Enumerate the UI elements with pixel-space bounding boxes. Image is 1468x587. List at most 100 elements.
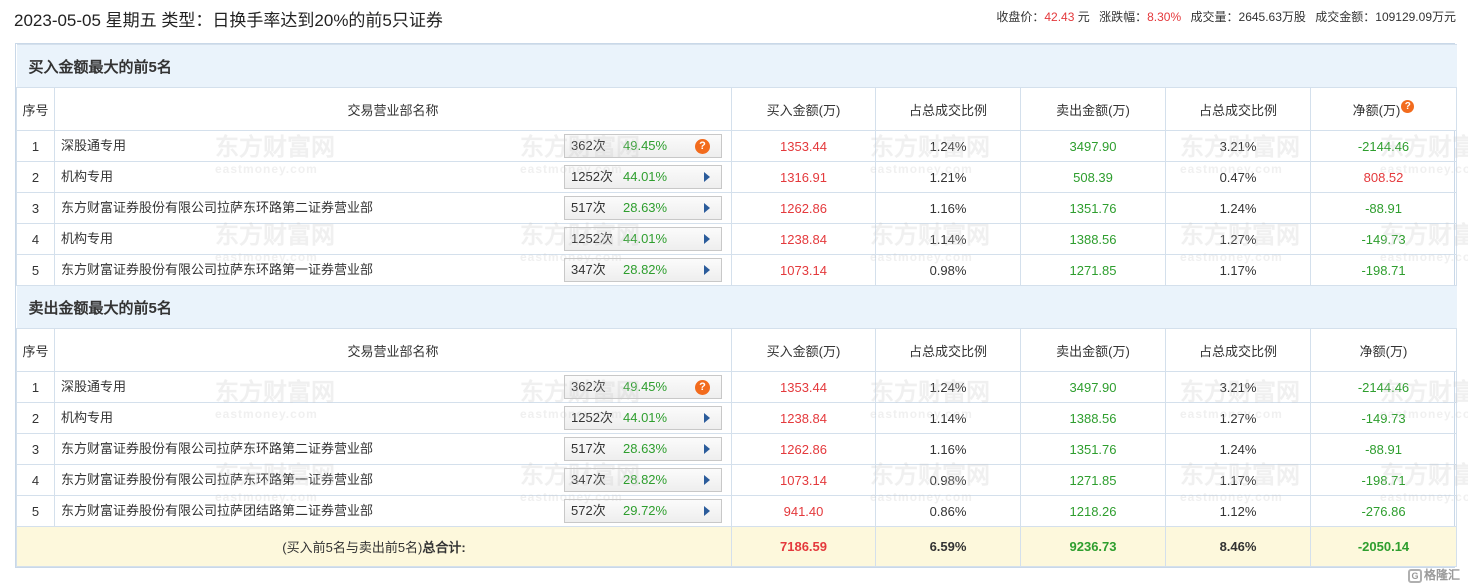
buy-amount: 1262.86 [731, 192, 876, 224]
branch-name-link[interactable]: 东方财富证券股份有限公司拉萨东环路第二证券营业部 [61, 441, 373, 456]
branch-name-link[interactable]: 东方财富证券股份有限公司拉萨团结路第二证券营业部 [61, 503, 373, 518]
branch-stat-button[interactable]: 1252次 44.01% [564, 165, 722, 189]
branch-stat-button[interactable]: 1252次 44.01% [564, 406, 722, 430]
branch-name-link[interactable]: 机构专用 [61, 231, 113, 246]
buy-amount: 1238.84 [731, 402, 876, 434]
sell-ratio: 1.24% [1165, 433, 1311, 465]
net-amount: -2144.46 [1309, 371, 1458, 403]
question-icon[interactable]: ? [695, 380, 710, 395]
branch-name-link[interactable]: 深股通专用 [61, 379, 126, 394]
arrow-right-icon[interactable] [704, 234, 710, 244]
branch-stat-button[interactable]: 517次 28.63% [564, 196, 722, 220]
arrow-right-icon[interactable] [704, 444, 710, 454]
rank-cell: 5 [16, 495, 55, 527]
buy-amount: 1238.84 [731, 223, 876, 255]
col-rank: 序号 [16, 328, 55, 372]
question-icon[interactable]: ? [695, 139, 710, 154]
branch-stat-button[interactable]: 347次 28.82% [564, 258, 722, 282]
net-amount: -88.91 [1309, 433, 1458, 465]
col-buy: 买入金额(万) [731, 87, 876, 131]
branch-stat-button[interactable]: 347次 28.82% [564, 468, 722, 492]
branch-cell: 东方财富证券股份有限公司拉萨东环路第一证券营业部 347次 28.82% [54, 254, 732, 286]
arrow-right-icon[interactable] [704, 203, 710, 213]
col-buy-ratio: 占总成交比例 [875, 87, 1021, 131]
buy-ratio: 0.98% [875, 254, 1021, 286]
win-rate: 28.82% [623, 472, 668, 487]
change-label: 涨跌幅： [1099, 10, 1148, 24]
close-price-value: 42.43 [1044, 10, 1075, 24]
branch-name-link[interactable]: 机构专用 [61, 410, 113, 425]
table-row: 5 东方财富证券股份有限公司拉萨团结路第二证券营业部 572次 29.72% 941.4… [16, 495, 1458, 527]
rank-cell: 4 [16, 223, 55, 255]
arrow-right-icon[interactable] [704, 475, 710, 485]
buy-section: 买入金额最大的前5名 序号 交易营业部名称 买入金额(万) 占总成交比例 卖出金… [16, 44, 1458, 286]
volume-value: 2645.63万股 [1238, 10, 1306, 24]
win-rate: 28.63% [623, 200, 668, 215]
arrow-right-icon[interactable] [704, 506, 710, 516]
col-name: 交易营业部名称 [54, 87, 732, 131]
net-amount: -2144.46 [1309, 130, 1458, 162]
top-bar: 2023-05-05 星期五 类型：日换手率达到20%的前5只证券 收盘价：42… [14, 0, 1456, 34]
branch-stat-button[interactable]: 517次 28.63% [564, 437, 722, 461]
arrow-right-icon[interactable] [704, 172, 710, 182]
branch-name-link[interactable]: 机构专用 [61, 169, 113, 184]
branch-name-link[interactable]: 东方财富证券股份有限公司拉萨东环路第一证券营业部 [61, 262, 373, 277]
arrow-right-icon[interactable] [704, 265, 710, 275]
trade-count: 1252次 [571, 169, 613, 184]
col-sell: 卖出金额(万) [1020, 328, 1166, 372]
branch-cell: 深股通专用 362次 49.45%? [54, 371, 732, 403]
sell-amount: 1351.76 [1020, 433, 1166, 465]
amount-label: 成交金额： [1315, 10, 1376, 24]
sell-amount: 1388.56 [1020, 223, 1166, 255]
total-row: (买入前5名与卖出前5名)总合计: 7186.59 6.59% 9236.73 … [16, 526, 1458, 567]
branch-stat-button[interactable]: 572次 29.72% [564, 499, 722, 523]
branch-name-link[interactable]: 东方财富证券股份有限公司拉萨东环路第一证券营业部 [61, 472, 373, 487]
win-rate: 28.63% [623, 441, 668, 456]
sell-ratio: 1.24% [1165, 192, 1311, 224]
branch-cell: 东方财富证券股份有限公司拉萨东环路第二证券营业部 517次 28.63% [54, 192, 732, 224]
branch-stat-button[interactable]: 362次 49.45%? [564, 375, 722, 399]
quote-summary: 收盘价：42.43 元 涨跌幅：8.30% 成交量：2645.63万股 成交金额… [996, 8, 1456, 25]
sell-header-row: 序号 交易营业部名称 买入金额(万) 占总成交比例 卖出金额(万) 占总成交比例… [16, 328, 1458, 372]
buy-ratio: 1.16% [875, 192, 1021, 224]
rank-cell: 4 [16, 464, 55, 496]
branch-cell: 东方财富证券股份有限公司拉萨团结路第二证券营业部 572次 29.72% [54, 495, 732, 527]
sell-ratio: 1.17% [1165, 254, 1311, 286]
win-rate: 44.01% [623, 169, 668, 184]
col-buy: 买入金额(万) [731, 328, 876, 372]
buy-ratio: 1.21% [875, 161, 1021, 193]
win-rate: 44.01% [623, 410, 668, 425]
sell-amount: 508.39 [1020, 161, 1166, 193]
branch-stat-button[interactable]: 1252次 44.01% [564, 227, 722, 251]
sell-amount: 3497.90 [1020, 130, 1166, 162]
col-name: 交易营业部名称 [54, 328, 732, 372]
buy-amount: 1073.14 [731, 254, 876, 286]
rank-cell: 2 [16, 402, 55, 434]
buy-header-row: 序号 交易营业部名称 买入金额(万) 占总成交比例 卖出金额(万) 占总成交比例… [16, 87, 1458, 131]
close-price-label: 收盘价： [996, 10, 1045, 24]
arrow-right-icon[interactable] [704, 413, 710, 423]
win-rate: 49.45% [623, 379, 668, 394]
sell-amount: 1271.85 [1020, 464, 1166, 496]
branch-cell: 机构专用 1252次 44.01% [54, 161, 732, 193]
table-row: 5 东方财富证券股份有限公司拉萨东环路第一证券营业部 347次 28.82% 1073.… [16, 254, 1458, 286]
sell-ratio: 1.27% [1165, 402, 1311, 434]
sell-amount: 1218.26 [1020, 495, 1166, 527]
total-sell-ratio: 8.46% [1165, 526, 1311, 567]
amount-value: 109129.09万元 [1375, 10, 1456, 24]
col-rank: 序号 [16, 87, 55, 131]
branch-stat-button[interactable]: 362次 49.45%? [564, 134, 722, 158]
trade-count: 362次 [571, 138, 606, 153]
col-net: 净额(万) [1309, 328, 1458, 372]
trade-count: 572次 [571, 503, 606, 518]
trade-count: 1252次 [571, 231, 613, 246]
rank-cell: 3 [16, 192, 55, 224]
question-icon[interactable]: ? [1401, 99, 1415, 113]
win-rate: 44.01% [623, 231, 668, 246]
table-row: 2 机构专用 1252次 44.01% 1316.91 1.21% 508.39 0.47% 8… [16, 161, 1458, 193]
branch-name-link[interactable]: 东方财富证券股份有限公司拉萨东环路第二证券营业部 [61, 200, 373, 215]
trade-count: 347次 [571, 472, 606, 487]
table-row: 4 机构专用 1252次 44.01% 1238.84 1.14% 1388.56 1.27%… [16, 223, 1458, 255]
branch-name-link[interactable]: 深股通专用 [61, 138, 126, 153]
buy-amount: 1353.44 [731, 130, 876, 162]
